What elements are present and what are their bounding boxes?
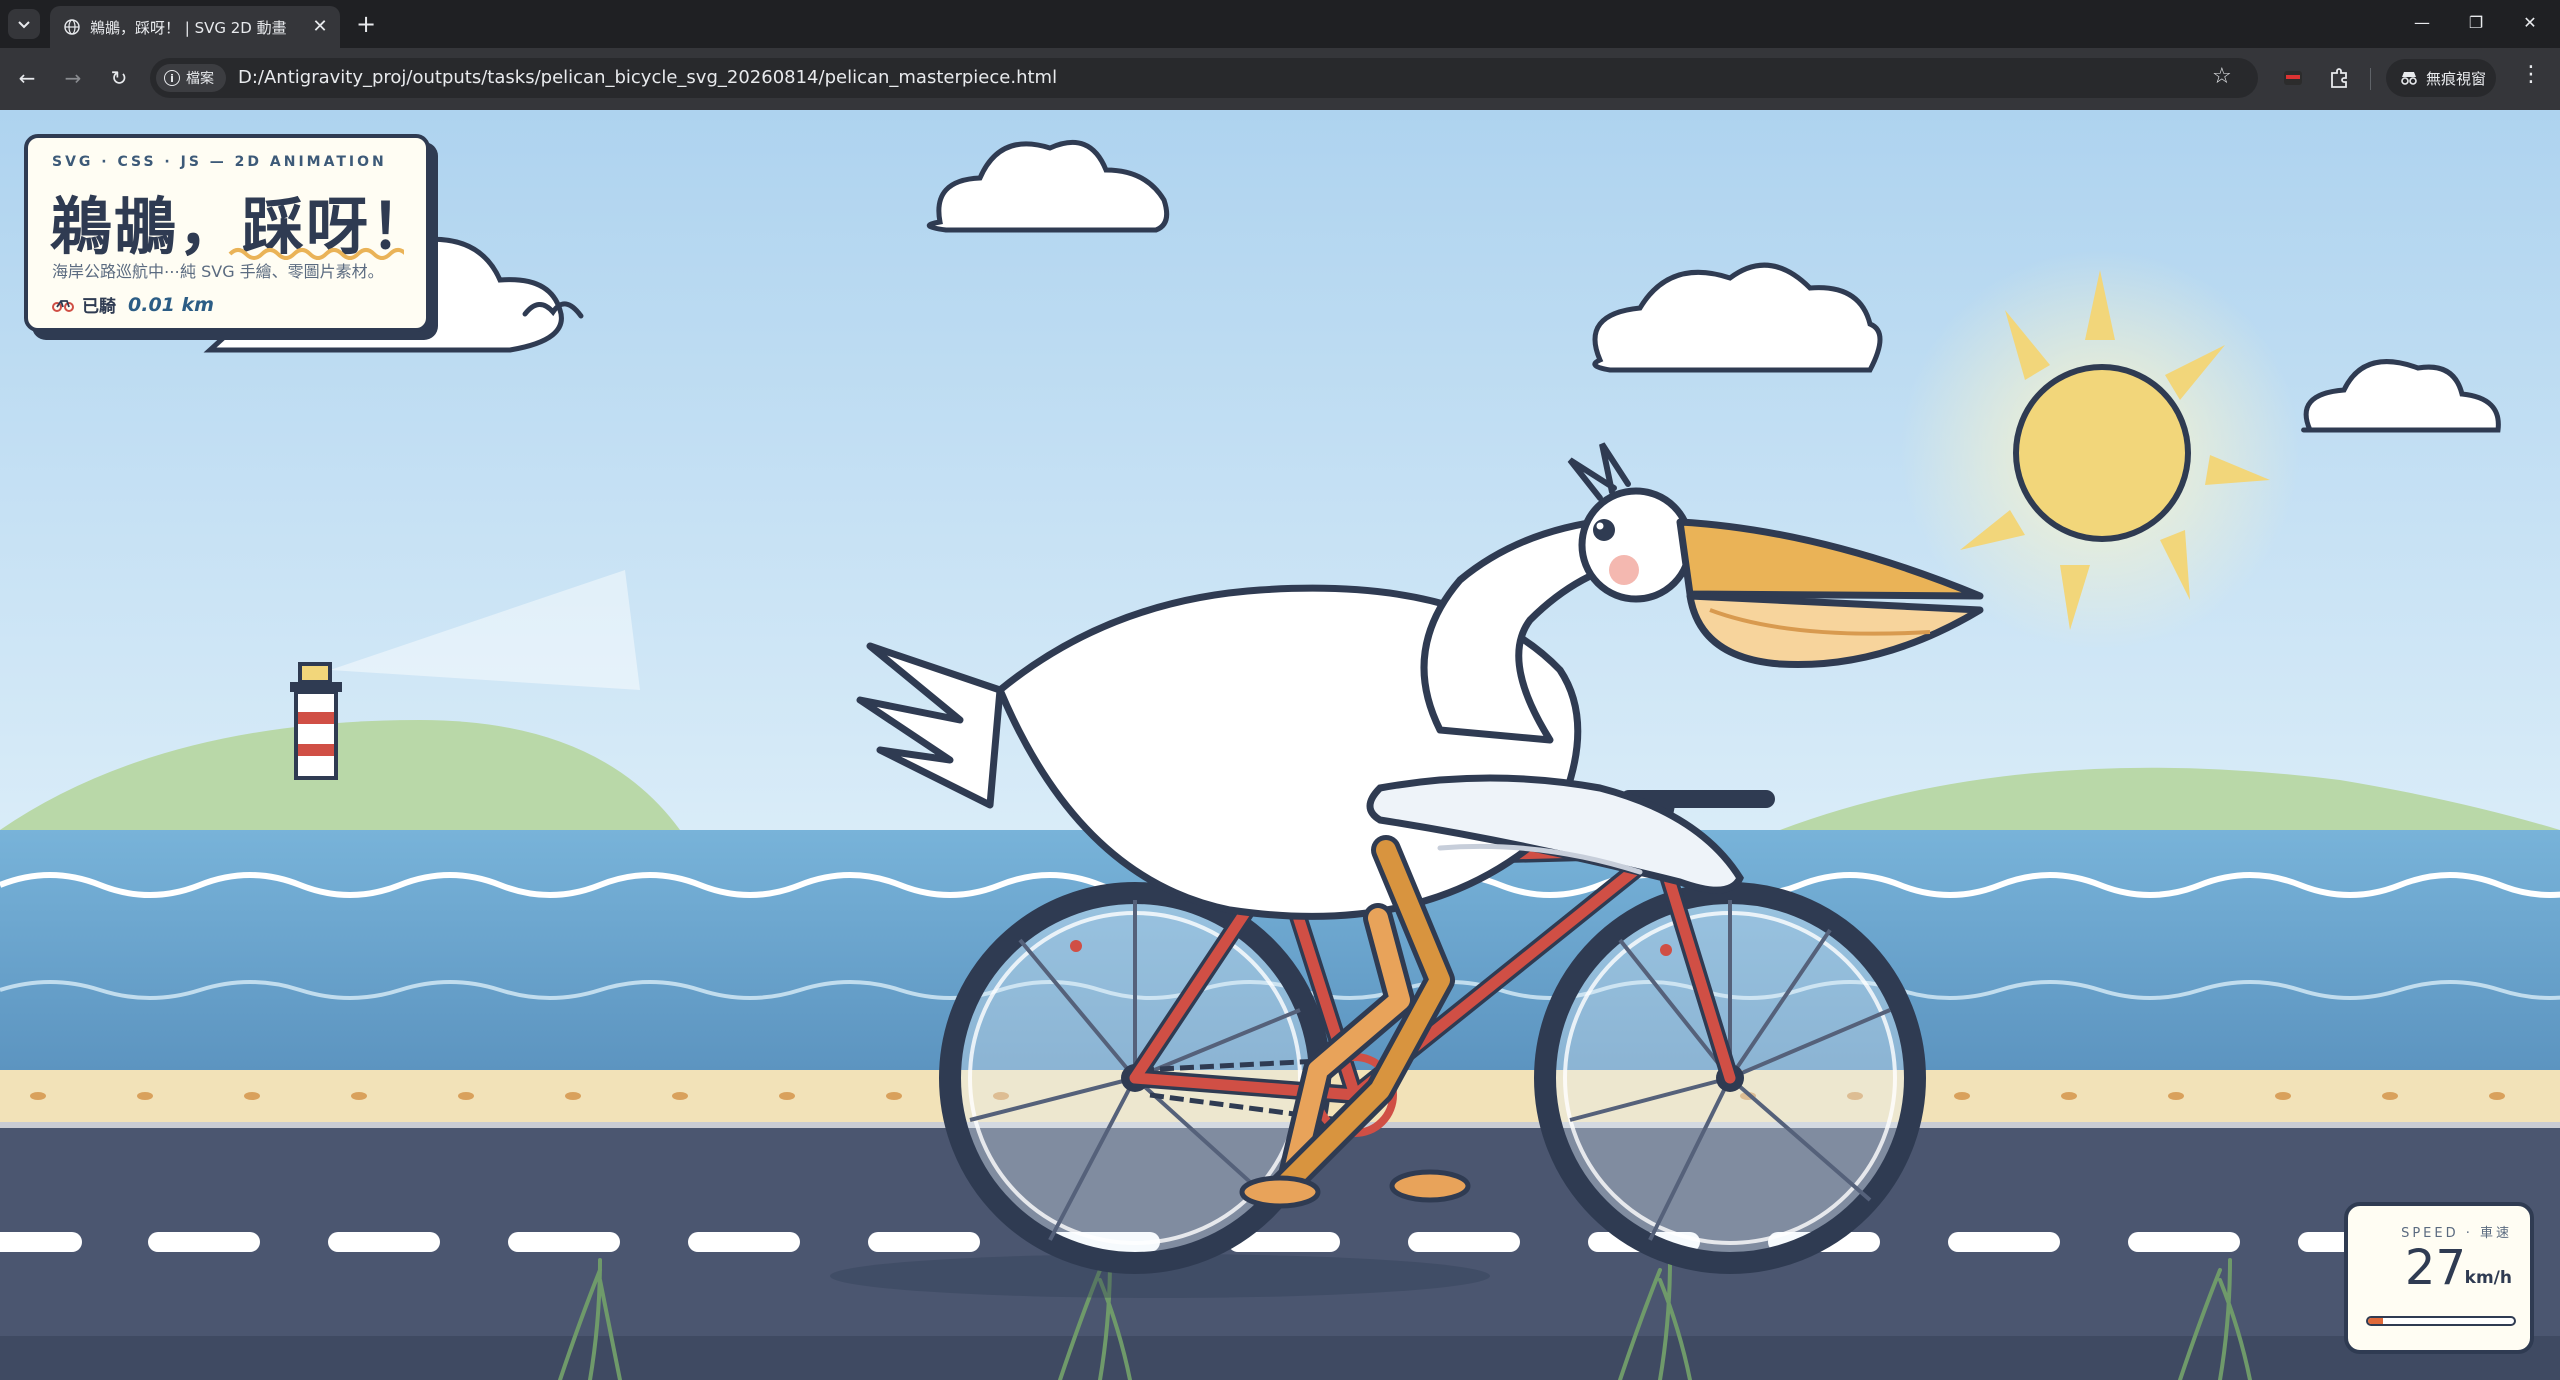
info-icon: i <box>164 70 180 86</box>
tab-search-button[interactable] <box>8 9 40 39</box>
toolbar-divider <box>2370 68 2371 90</box>
extensions-puzzle-icon[interactable] <box>2324 63 2354 93</box>
title-card: SVG · CSS · JS — 2D ANIMATION 鵜鶘，踩呀！ 海岸公… <box>24 134 432 332</box>
reload-button[interactable]: ↻ <box>104 63 134 93</box>
speed-value: 27 <box>2404 1240 2466 1296</box>
ride-distance-row: 已騎 0.01 km <box>52 292 214 317</box>
site-info-chip[interactable]: i 檔案 <box>156 64 226 92</box>
page-subtitle: 海岸公路巡航中⋯純 SVG 手繪、零圖片素材。 <box>52 262 384 281</box>
browser-tab[interactable]: 鵜鶘，踩呀！ | SVG 2D 動畫 ✕ <box>50 6 340 48</box>
title-kicker: SVG · CSS · JS — 2D ANIMATION <box>52 154 387 170</box>
back-button[interactable]: ← <box>12 63 42 93</box>
globe-icon <box>64 19 80 35</box>
minimize-button[interactable]: — <box>2402 8 2442 38</box>
incognito-label: 無痕視窗 <box>2426 69 2487 88</box>
browser-toolbar: ← → ↻ i 檔案 D:/Antigravity_proj/outputs/t… <box>0 48 2560 110</box>
browser-menu-button[interactable]: ⋮ <box>2520 62 2542 87</box>
extension-avatar-icon[interactable] <box>2278 63 2308 93</box>
close-tab-icon[interactable]: ✕ <box>310 17 330 37</box>
site-info-label: 檔案 <box>186 71 214 87</box>
speed-unit: km/h <box>2464 1268 2512 1288</box>
ride-label: 已騎 <box>82 297 116 317</box>
new-tab-button[interactable]: + <box>352 10 380 38</box>
bicycle-icon <box>52 299 74 312</box>
page-viewport: SVG · CSS · JS — 2D ANIMATION 鵜鶘，踩呀！ 海岸公… <box>0 110 2560 1380</box>
speed-meter <box>2366 1316 2516 1326</box>
restore-button[interactable]: ❐ <box>2456 8 2496 38</box>
bookmark-star-icon[interactable]: ☆ <box>2212 64 2232 89</box>
tab-strip: 鵜鶘，踩呀！ | SVG 2D 動畫 ✕ + — ❐ ✕ <box>0 0 2560 48</box>
address-bar[interactable]: i 檔案 D:/Antigravity_proj/outputs/tasks/p… <box>150 58 2258 98</box>
forward-button[interactable]: → <box>58 63 88 93</box>
speedometer-card: SPEED · 車速 27 km/h <box>2344 1202 2534 1354</box>
chevron-down-icon <box>18 21 30 29</box>
tab-title: 鵜鶘，踩呀！ | SVG 2D 動畫 <box>90 19 287 37</box>
incognito-icon <box>2401 72 2417 85</box>
incognito-indicator[interactable]: 無痕視窗 <box>2386 59 2496 97</box>
window-close-button[interactable]: ✕ <box>2510 8 2550 38</box>
url-text[interactable]: D:/Antigravity_proj/outputs/tasks/pelica… <box>238 67 1057 88</box>
page-title-prefix: 鵜鶘， <box>50 190 243 263</box>
ride-distance: 0.01 km <box>128 293 214 316</box>
speed-label: SPEED · 車速 <box>2401 1226 2512 1241</box>
speed-meter-fill <box>2368 1318 2383 1324</box>
